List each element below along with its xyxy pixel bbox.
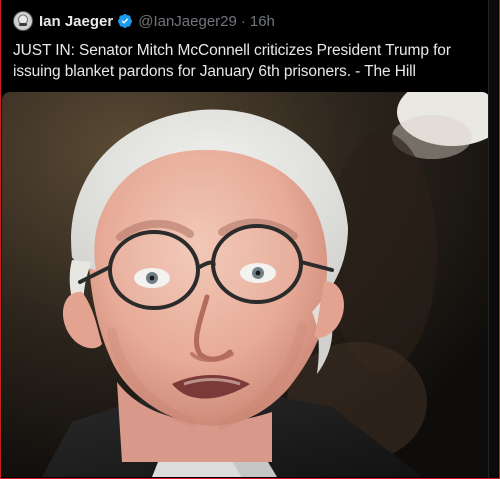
tweet-text: JUST IN: Senator Mitch McConnell critici… xyxy=(13,42,451,80)
verified-badge-icon xyxy=(118,14,133,28)
separator-dot: · xyxy=(240,12,246,30)
tweet-header: Ian Jaeger @IanJaeger29 · 16h xyxy=(13,10,275,32)
author-name[interactable]: Ian Jaeger xyxy=(39,13,113,30)
scrollbar[interactable] xyxy=(488,0,498,478)
author-handle[interactable]: @IanJaeger29 xyxy=(138,13,237,30)
avatar-icon[interactable] xyxy=(13,11,33,31)
portrait-photo xyxy=(2,92,490,477)
tweet-image[interactable] xyxy=(2,92,490,477)
timestamp[interactable]: 16h xyxy=(250,13,275,30)
tweet-card[interactable]: Ian Jaeger @IanJaeger29 · 16h JUST IN: S… xyxy=(0,0,500,479)
